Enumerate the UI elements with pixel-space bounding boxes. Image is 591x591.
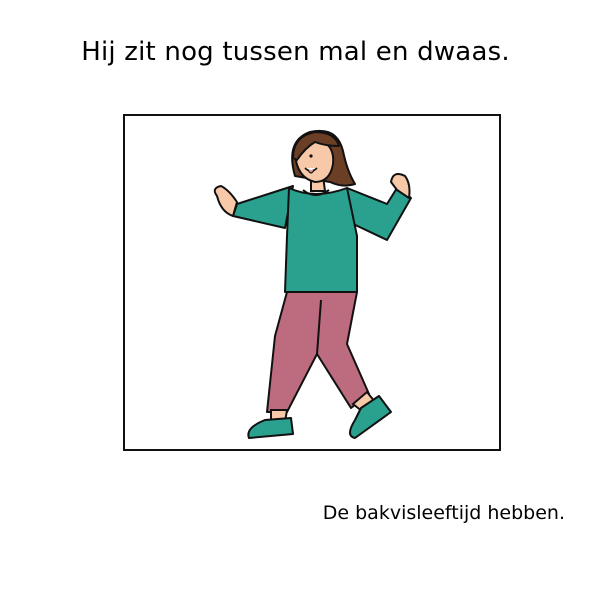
shirt bbox=[284, 187, 358, 293]
illustration-frame bbox=[123, 114, 501, 451]
left-hand bbox=[213, 185, 238, 217]
left-arm bbox=[232, 185, 294, 229]
left-shoe bbox=[247, 417, 294, 439]
sentence-title: Hij zit nog tussen mal en dwaas. bbox=[81, 37, 510, 67]
caption-text: De bakvisleeftijd hebben. bbox=[322, 502, 565, 524]
eye bbox=[309, 154, 313, 158]
dancing-teen-illustration bbox=[213, 129, 412, 439]
